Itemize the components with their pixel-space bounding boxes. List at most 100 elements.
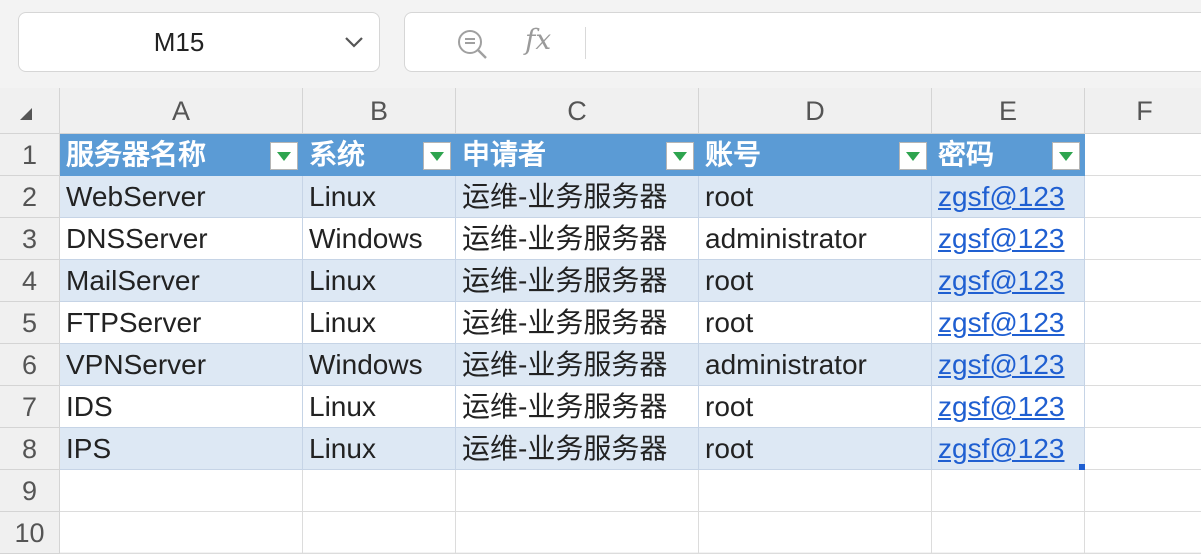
spreadsheet-grid: ABCDEF 1 2 3 4 5 6 7 8 9 10 服务器名称 系统 申请者 账号 密码 WebServ…: [0, 88, 1201, 554]
empty-cell[interactable]: [1085, 386, 1201, 428]
table-resize-handle[interactable]: [1079, 464, 1085, 470]
column-header-F[interactable]: F: [1085, 88, 1201, 134]
empty-cell[interactable]: [1085, 218, 1201, 260]
table-cell[interactable]: IDS: [60, 386, 303, 428]
empty-cell[interactable]: [1085, 470, 1201, 512]
table-cell[interactable]: FTPServer: [60, 302, 303, 344]
table-cell[interactable]: root: [699, 176, 932, 218]
empty-cell[interactable]: [932, 470, 1085, 512]
row-header-7[interactable]: 7: [0, 386, 60, 428]
empty-cell[interactable]: [456, 470, 699, 512]
table-header-cell[interactable]: 密码: [932, 134, 1085, 176]
empty-cell[interactable]: [1085, 134, 1201, 176]
table-cell[interactable]: zgsf@123: [932, 428, 1085, 470]
table-cell[interactable]: Linux: [303, 302, 456, 344]
password-link[interactable]: zgsf@123: [938, 307, 1065, 338]
empty-cell[interactable]: [699, 512, 932, 554]
table-cell[interactable]: 运维-业务服务器: [456, 428, 699, 470]
zoom-icon[interactable]: [455, 27, 489, 61]
password-link[interactable]: zgsf@123: [938, 349, 1065, 380]
table-header-label: 申请者: [462, 139, 547, 170]
row-header-6[interactable]: 6: [0, 344, 60, 386]
filter-dropdown-icon[interactable]: [666, 142, 694, 170]
table-cell[interactable]: zgsf@123: [932, 386, 1085, 428]
row-header-10[interactable]: 10: [0, 512, 60, 554]
table-cell[interactable]: root: [699, 428, 932, 470]
table-cell[interactable]: 运维-业务服务器: [456, 302, 699, 344]
name-box-value[interactable]: M15: [19, 13, 339, 71]
table-cell[interactable]: root: [699, 260, 932, 302]
column-header-B[interactable]: B: [303, 88, 456, 134]
empty-cell[interactable]: [1085, 512, 1201, 554]
table-header-cell[interactable]: 系统: [303, 134, 456, 176]
row-header-2[interactable]: 2: [0, 176, 60, 218]
row-header-8[interactable]: 8: [0, 428, 60, 470]
empty-cell[interactable]: [1085, 176, 1201, 218]
filter-dropdown-icon[interactable]: [270, 142, 298, 170]
table-cell[interactable]: Windows: [303, 218, 456, 260]
row-header-1[interactable]: 1: [0, 134, 60, 176]
filter-dropdown-icon[interactable]: [899, 142, 927, 170]
table-header-cell[interactable]: 服务器名称: [60, 134, 303, 176]
table-cell[interactable]: IPS: [60, 428, 303, 470]
row-header-9[interactable]: 9: [0, 470, 60, 512]
row-header-5[interactable]: 5: [0, 302, 60, 344]
table-cell[interactable]: Linux: [303, 176, 456, 218]
table-cell[interactable]: administrator: [699, 218, 932, 260]
empty-cell[interactable]: [60, 470, 303, 512]
password-link[interactable]: zgsf@123: [938, 391, 1065, 422]
empty-cell[interactable]: [303, 512, 456, 554]
table-cell[interactable]: Windows: [303, 344, 456, 386]
formula-input[interactable]: [595, 13, 1195, 71]
empty-cell[interactable]: [456, 512, 699, 554]
table-header-cell[interactable]: 申请者: [456, 134, 699, 176]
empty-cell[interactable]: [60, 512, 303, 554]
table-cell[interactable]: Linux: [303, 428, 456, 470]
empty-cell[interactable]: [303, 470, 456, 512]
table-cell[interactable]: VPNServer: [60, 344, 303, 386]
column-header-A[interactable]: A: [60, 88, 303, 134]
table-cell[interactable]: zgsf@123: [932, 344, 1085, 386]
table-cell[interactable]: zgsf@123: [932, 302, 1085, 344]
table-header-cell[interactable]: 账号: [699, 134, 932, 176]
row-header-3[interactable]: 3: [0, 218, 60, 260]
chevron-down-icon[interactable]: [343, 33, 365, 51]
table-cell[interactable]: zgsf@123: [932, 260, 1085, 302]
table-cell[interactable]: 运维-业务服务器: [456, 176, 699, 218]
empty-cell[interactable]: [1085, 260, 1201, 302]
table-cell[interactable]: 运维-业务服务器: [456, 386, 699, 428]
table-cell[interactable]: 运维-业务服务器: [456, 260, 699, 302]
password-link[interactable]: zgsf@123: [938, 433, 1065, 464]
password-link[interactable]: zgsf@123: [938, 265, 1065, 296]
empty-cell[interactable]: [932, 512, 1085, 554]
empty-cell[interactable]: [1085, 428, 1201, 470]
empty-cell[interactable]: [1085, 344, 1201, 386]
table-cell[interactable]: Linux: [303, 386, 456, 428]
table-cell[interactable]: WebServer: [60, 176, 303, 218]
name-box[interactable]: M15: [18, 12, 380, 72]
table-cell[interactable]: 运维-业务服务器: [456, 218, 699, 260]
column-header-D[interactable]: D: [699, 88, 932, 134]
table-cell[interactable]: DNSServer: [60, 218, 303, 260]
table-cell[interactable]: root: [699, 302, 932, 344]
table-cell[interactable]: 运维-业务服务器: [456, 344, 699, 386]
table-cell[interactable]: administrator: [699, 344, 932, 386]
password-link[interactable]: zgsf@123: [938, 223, 1065, 254]
filter-dropdown-icon[interactable]: [423, 142, 451, 170]
table-cell[interactable]: zgsf@123: [932, 176, 1085, 218]
table-cell[interactable]: Linux: [303, 260, 456, 302]
column-header-C[interactable]: C: [456, 88, 699, 134]
table-header-label: 账号: [705, 139, 762, 170]
password-link[interactable]: zgsf@123: [938, 181, 1065, 212]
table-cell[interactable]: MailServer: [60, 260, 303, 302]
filter-dropdown-icon[interactable]: [1052, 142, 1080, 170]
table-header-label: 系统: [309, 139, 366, 170]
table-cell[interactable]: zgsf@123: [932, 218, 1085, 260]
select-all-corner[interactable]: [0, 88, 60, 134]
table-cell[interactable]: root: [699, 386, 932, 428]
empty-cell[interactable]: [1085, 302, 1201, 344]
empty-cell[interactable]: [699, 470, 932, 512]
column-header-E[interactable]: E: [932, 88, 1085, 134]
fx-icon[interactable]: fx: [525, 23, 551, 56]
row-header-4[interactable]: 4: [0, 260, 60, 302]
